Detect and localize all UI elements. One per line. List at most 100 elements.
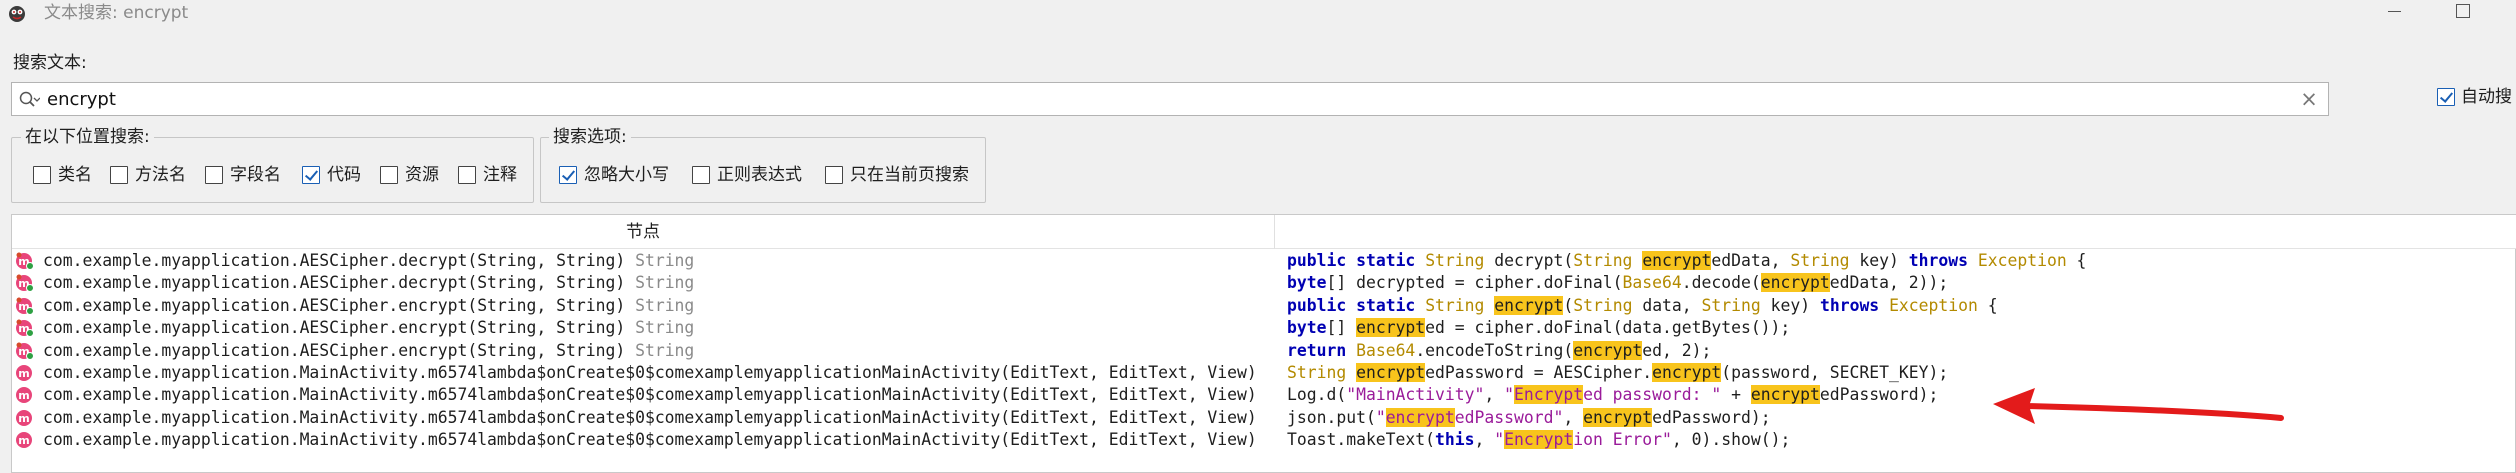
location-group-label-4: 资源: [405, 165, 439, 185]
method-icon-plain: m: [16, 409, 32, 426]
method-icon: m: [16, 252, 34, 270]
table-row[interactable]: m com.example.myapplication.AESCipher.enc…: [12, 317, 2516, 339]
match-highlight: encrypt: [1494, 295, 1564, 315]
location-group-checkbox-5[interactable]: [458, 166, 476, 184]
location-group-label-5: 注释: [483, 165, 517, 185]
row-return-type: String: [625, 295, 695, 315]
code-token: ion Error": [1573, 430, 1672, 450]
auto-search-checkbox[interactable]: [2437, 88, 2455, 106]
code-token: Toast.makeText(: [1287, 430, 1436, 450]
match-highlight: encrypt: [1652, 363, 1722, 382]
auto-search-label: 自动搜: [2461, 87, 2512, 107]
search-input[interactable]: [47, 86, 2287, 112]
options-group-label-0: 忽略大小写: [584, 165, 669, 185]
row-node-name: com.example.myapplication.MainActivity.m…: [43, 430, 1257, 450]
options-group-checkbox-1[interactable]: [692, 166, 710, 184]
method-icon: m: [16, 342, 34, 360]
column-header-node[interactable]: 节点: [12, 215, 1274, 249]
row-node-text: com.example.myapplication.AESCipher.encr…: [43, 340, 694, 362]
svg-text:m: m: [18, 412, 29, 425]
code-token: ": [1494, 430, 1505, 450]
code-token: edData,: [1711, 251, 1791, 270]
row-node-name: com.example.myapplication.AESCipher.decr…: [43, 273, 626, 293]
results-header: 节点: [12, 215, 2516, 249]
code-token: ed = cipher.doFinal(data.getBytes());: [1425, 318, 1791, 338]
window-title: 文本搜索: encrypt: [44, 3, 189, 23]
code-token: .decode(: [1681, 273, 1761, 293]
row-node-text: com.example.myapplication.AESCipher.encr…: [43, 295, 694, 317]
code-token: key): [1849, 251, 1909, 270]
code-token: throws: [1908, 251, 1968, 270]
svg-text:m: m: [18, 434, 29, 447]
row-return-type: String: [625, 273, 695, 293]
code-token: String: [1790, 251, 1850, 270]
table-row[interactable]: m com.example.myapplication.AESCipher.enc…: [12, 295, 2516, 317]
row-return-type: String: [625, 340, 695, 360]
code-token: (: [1563, 295, 1574, 315]
table-row[interactable]: m com.example.myapplication.AESCipher.dec…: [12, 272, 2516, 294]
code-token: ": [1504, 385, 1514, 405]
code-token: byte: [1287, 318, 1327, 338]
location-group-checkbox-3[interactable]: [302, 166, 320, 184]
row-node-name: com.example.myapplication.MainActivity.m…: [43, 385, 1257, 405]
code-token: ,: [1484, 385, 1505, 405]
table-row[interactable]: m com.example.myapplication.AESCipher.dec…: [12, 250, 2516, 272]
minimize-icon[interactable]: [2378, 0, 2412, 24]
location-group-checkbox-4[interactable]: [380, 166, 398, 184]
row-node-name: com.example.myapplication.MainActivity.m…: [43, 363, 1257, 382]
column-divider[interactable]: [1274, 215, 1275, 249]
location-group-label-2: 字段名: [230, 165, 281, 185]
options-group-checkbox-0[interactable]: [559, 166, 577, 184]
row-code-snippet: return Base64.encodeToString(encrypted, …: [1287, 340, 1711, 362]
svg-text:m: m: [18, 367, 29, 380]
location-group-checkbox-1[interactable]: [110, 166, 128, 184]
code-token: Exception: [1889, 295, 1978, 315]
code-token: , 0).show();: [1671, 430, 1791, 450]
code-token: Log.d(: [1287, 385, 1347, 405]
row-node-text: com.example.myapplication.MainActivity.m…: [43, 362, 1257, 384]
code-token: String: [1573, 295, 1633, 315]
match-highlight: encrypt: [1760, 273, 1830, 293]
row-node-text: com.example.myapplication.AESCipher.decr…: [43, 272, 694, 294]
match-highlight: encrypt: [1583, 407, 1653, 427]
row-node-text: com.example.myapplication.MainActivity.m…: [43, 384, 1257, 406]
code-token: "MainActivity": [1346, 385, 1485, 405]
row-code-snippet: Log.d("MainActivity", "Encrypted passwor…: [1287, 384, 1938, 406]
code-token: [] decrypted = cipher.doFinal(: [1326, 273, 1623, 293]
code-token: ed, 2);: [1642, 340, 1712, 360]
table-row[interactable]: m com.example.myapplication.AESCipher.enc…: [12, 340, 2516, 362]
code-token: edPassword);: [1819, 385, 1939, 405]
table-row[interactable]: m com.example.myapplication.MainActivity.…: [12, 362, 2516, 384]
options-group-checkbox-2[interactable]: [825, 166, 843, 184]
code-token: {: [1977, 295, 1998, 315]
code-token: ,: [1563, 407, 1584, 427]
location-group-checkbox-0[interactable]: [33, 166, 51, 184]
row-code-snippet: byte[] decrypted = cipher.doFinal(Base64…: [1287, 272, 1948, 294]
code-token: static: [1356, 295, 1416, 315]
code-token: .encodeToString(: [1415, 340, 1574, 360]
location-group-label-0: 类名: [58, 165, 92, 185]
method-icon-plain: m: [16, 365, 32, 381]
method-icon: m: [16, 319, 34, 338]
row-node-name: com.example.myapplication.AESCipher.encr…: [43, 318, 626, 338]
code-token: edPassword);: [1652, 407, 1771, 427]
code-token: decrypt(: [1484, 251, 1574, 270]
row-code-snippet: public static String decrypt(String encr…: [1287, 250, 2086, 272]
match-highlight: encrypt: [1750, 385, 1820, 405]
code-token: edPassword = AESCipher.: [1425, 363, 1653, 382]
code-token: edPassword": [1454, 407, 1564, 427]
code-token: public: [1287, 295, 1347, 315]
code-token: throws: [1819, 295, 1880, 315]
code-token: +: [1721, 385, 1751, 405]
code-token: (password, SECRET_KEY);: [1721, 363, 1949, 382]
code-token: String: [1425, 251, 1485, 270]
code-token: static: [1356, 251, 1416, 270]
code-token: Exception: [1977, 251, 2067, 270]
code-token: ,: [1474, 430, 1495, 450]
location-group-checkbox-2[interactable]: [205, 166, 223, 184]
maximize-icon[interactable]: [2446, 0, 2480, 24]
clear-icon[interactable]: ×: [2297, 86, 2321, 112]
